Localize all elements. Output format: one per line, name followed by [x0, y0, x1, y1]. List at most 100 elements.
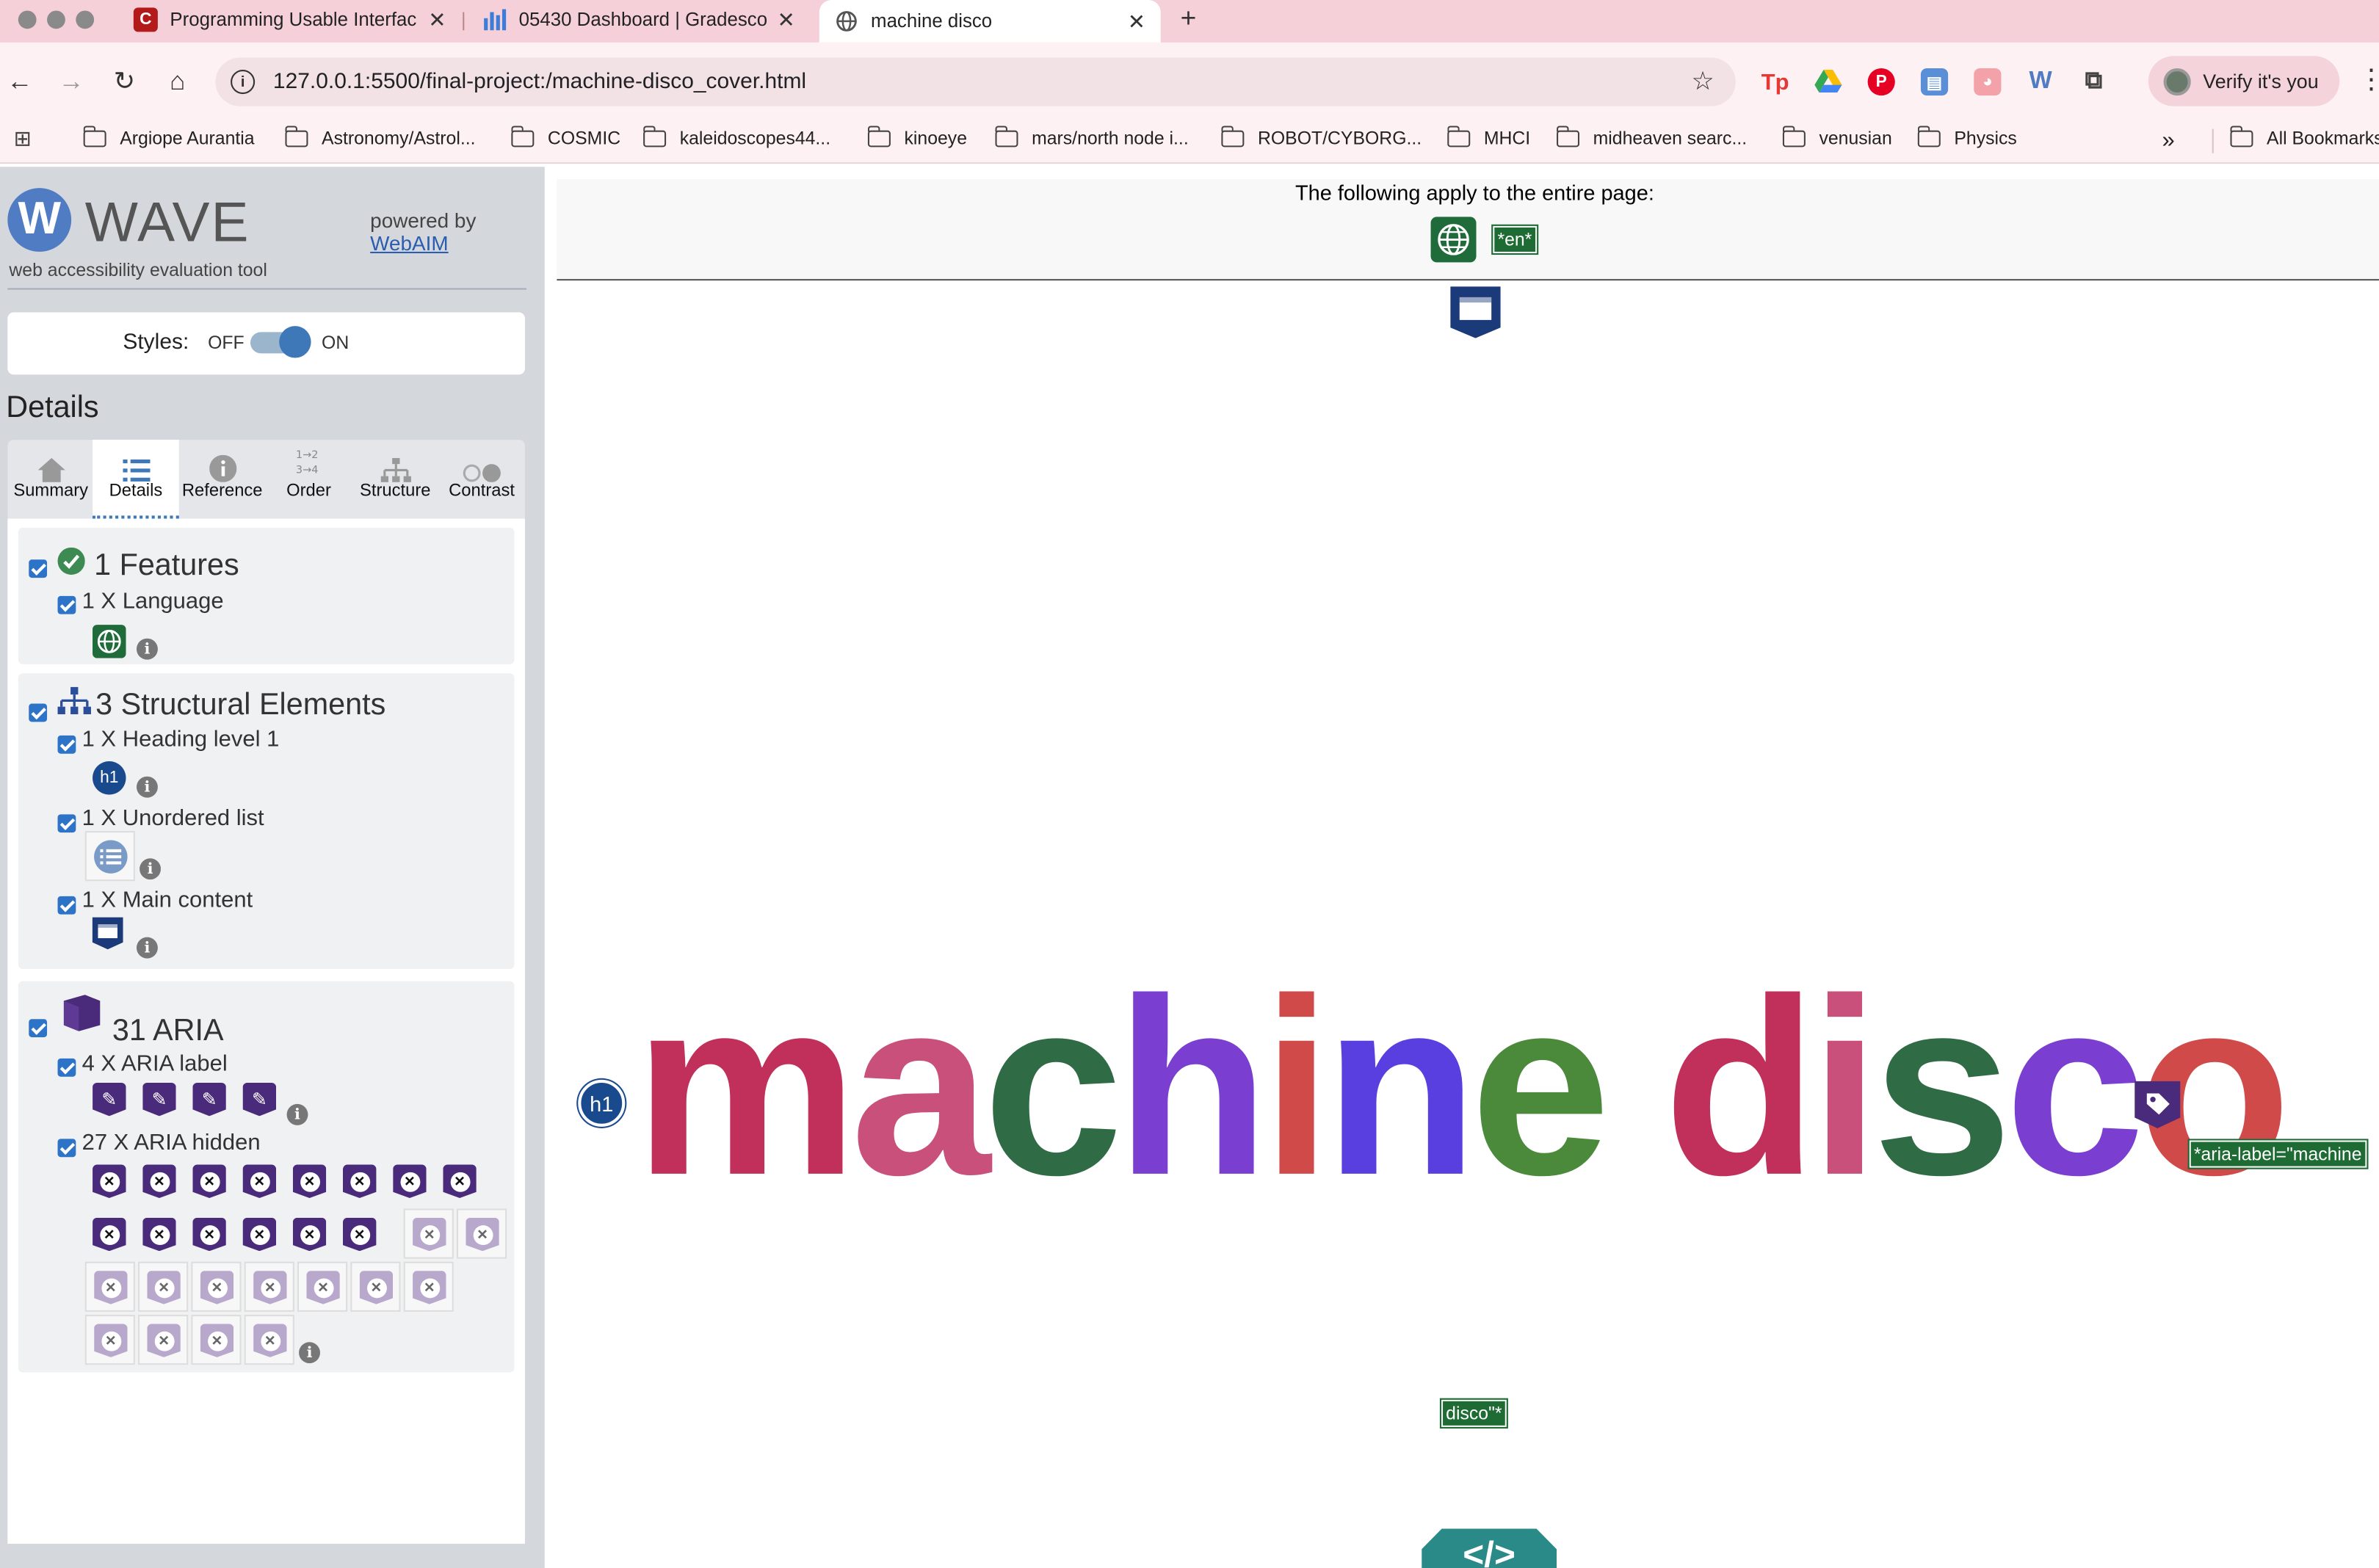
close-tab-icon[interactable]: ✕: [777, 7, 794, 32]
tab-reference[interactable]: Reference: [179, 440, 266, 518]
aria-label-tag-icon[interactable]: ✎: [242, 1082, 277, 1117]
aria-hidden-icon[interactable]: ✕: [292, 1217, 327, 1252]
bookmark-folder[interactable]: COSMIC: [510, 125, 620, 148]
color-palette-icon[interactable]: ◕: [1974, 68, 2002, 96]
verify-profile-button[interactable]: Verify it's you: [2148, 56, 2340, 106]
aria-label-checkbox[interactable]: [57, 1058, 76, 1077]
aria-hidden-icon[interactable]: ✕: [253, 1324, 287, 1357]
aria-hidden-icon[interactable]: ✕: [200, 1271, 234, 1304]
tab-gradescope-dashboard[interactable]: 05430 Dashboard | Gradesco ✕: [482, 0, 795, 40]
heading-checkbox[interactable]: [57, 735, 76, 754]
aria-hidden-icon[interactable]: ✕: [242, 1217, 277, 1252]
h1-icon[interactable]: h1: [93, 761, 126, 795]
wave-extension-icon[interactable]: W: [2027, 68, 2054, 95]
language-globe-icon[interactable]: [1430, 217, 1477, 263]
pinterest-icon[interactable]: P: [1867, 68, 1895, 96]
aria-hidden-icon[interactable]: ✕: [292, 1164, 327, 1198]
reload-icon[interactable]: ↻: [109, 67, 140, 97]
aria-hidden-icon[interactable]: ✕: [200, 1324, 234, 1357]
aria-hidden-icon[interactable]: ✕: [93, 1217, 126, 1252]
aria-hidden-icon[interactable]: ✕: [413, 1271, 446, 1304]
close-window-icon[interactable]: [18, 10, 37, 29]
more-menu-icon[interactable]: ⋮: [2358, 64, 2379, 95]
site-info-icon[interactable]: i: [231, 70, 256, 95]
main-content-icon[interactable]: [91, 916, 124, 950]
bookmark-folder[interactable]: kinoeye: [867, 125, 967, 148]
main-content-checkbox[interactable]: [57, 896, 76, 915]
webaim-link[interactable]: WebAIM: [370, 232, 448, 255]
tab-machine-disco[interactable]: machine disco ✕: [819, 0, 1161, 43]
h1-badge-icon[interactable]: h1: [578, 1079, 626, 1127]
extensions-puzzle-icon[interactable]: ⧉: [2080, 68, 2107, 95]
tp-extension-icon[interactable]: Tp: [1761, 68, 1789, 95]
bookmarks-overflow-icon[interactable]: »: [2162, 128, 2174, 153]
bookmark-folder[interactable]: ROBOT/CYBORG...: [1220, 125, 1422, 148]
aria-hidden-icon[interactable]: ✕: [242, 1164, 277, 1198]
tab-structure[interactable]: Structure: [352, 440, 438, 518]
bookmark-folder[interactable]: kaleidoscopes44...: [642, 125, 830, 148]
aria-hidden-checkbox[interactable]: [57, 1139, 76, 1158]
unordered-list-checkbox[interactable]: [57, 814, 76, 833]
aria-hidden-icon[interactable]: ✕: [147, 1271, 181, 1304]
forward-arrow-icon[interactable]: →: [56, 67, 86, 97]
all-bookmarks-folder[interactable]: All Bookmarks: [2229, 125, 2379, 148]
aria-hidden-icon[interactable]: ✕: [93, 1164, 126, 1198]
aria-hidden-icon[interactable]: ✕: [342, 1164, 377, 1198]
aria-hidden-icon[interactable]: ✕: [142, 1164, 176, 1198]
bookmark-folder[interactable]: venusian: [1782, 125, 1892, 148]
aria-hidden-icon[interactable]: ✕: [94, 1271, 128, 1304]
structural-checkbox[interactable]: [29, 703, 48, 722]
back-arrow-icon[interactable]: ←: [4, 67, 35, 97]
language-checkbox[interactable]: [57, 595, 76, 614]
aria-checkbox[interactable]: [29, 1019, 48, 1038]
aria-label-tag-icon[interactable]: ✎: [93, 1082, 126, 1117]
aria-hidden-icon[interactable]: ✕: [413, 1217, 446, 1252]
tab-order[interactable]: 1→2 3→4 Order: [266, 440, 352, 518]
extension-docs-icon[interactable]: ▤: [1920, 68, 1949, 96]
unordered-list-icon[interactable]: [94, 840, 128, 874]
unordered-list-info-icon[interactable]: i: [140, 858, 162, 880]
aria-label-tag-icon[interactable]: ✎: [192, 1082, 226, 1117]
aria-hidden-icon[interactable]: ✕: [393, 1164, 427, 1198]
bookmark-star-icon[interactable]: ☆: [1691, 67, 1714, 97]
bookmark-folder[interactable]: Astronomy/Astrol...: [284, 125, 476, 148]
bookmark-folder[interactable]: MHCI: [1446, 125, 1530, 148]
language-info-icon[interactable]: i: [136, 638, 158, 660]
aria-hidden-icon[interactable]: ✕: [466, 1217, 499, 1252]
aria-hidden-icon[interactable]: ✕: [142, 1217, 176, 1252]
zoom-window-icon[interactable]: [76, 10, 95, 29]
new-tab-button[interactable]: +: [1181, 3, 1197, 35]
tab-details[interactable]: Details: [93, 440, 179, 519]
close-tab-icon[interactable]: ✕: [428, 7, 446, 32]
bookmark-folder[interactable]: midheaven searc...: [1556, 125, 1747, 148]
aria-hidden-info-icon[interactable]: i: [299, 1342, 320, 1364]
tab-programming-usable-interfaces[interactable]: C Programming Usable Interfac ✕: [133, 0, 446, 40]
url-text[interactable]: 127.0.0.1:5500/final-project:/machine-di…: [273, 70, 806, 94]
code-element-icon[interactable]: </>: [1422, 1528, 1557, 1568]
tab-summary[interactable]: Summary: [7, 440, 94, 518]
aria-hidden-icon[interactable]: ✕: [306, 1271, 340, 1304]
google-drive-icon[interactable]: [1814, 68, 1842, 95]
bookmark-folder[interactable]: Physics: [1916, 125, 2017, 148]
aria-hidden-icon[interactable]: ✕: [359, 1271, 394, 1304]
aria-hidden-icon[interactable]: ✕: [192, 1217, 226, 1252]
aria-label-tag-icon[interactable]: ✎: [142, 1082, 176, 1117]
aria-hidden-icon[interactable]: ✕: [192, 1164, 226, 1198]
aria-hidden-icon[interactable]: ✕: [94, 1324, 128, 1357]
bookmark-folder[interactable]: mars/north node i...: [994, 125, 1189, 148]
aria-label-icon[interactable]: [2133, 1080, 2181, 1128]
aria-hidden-icon[interactable]: ✕: [253, 1271, 287, 1304]
minimize-window-icon[interactable]: [47, 10, 65, 29]
aria-label-info-icon[interactable]: i: [286, 1103, 308, 1125]
address-bar[interactable]: i 127.0.0.1:5500/final-project:/machine-…: [215, 57, 1736, 106]
heading-info-icon[interactable]: i: [136, 776, 158, 798]
aria-hidden-icon[interactable]: ✕: [147, 1324, 181, 1357]
tab-contrast[interactable]: Contrast: [438, 440, 525, 518]
aria-hidden-icon[interactable]: ✕: [342, 1217, 377, 1252]
aria-hidden-icon[interactable]: ✕: [443, 1164, 477, 1198]
styles-toggle-switch[interactable]: [250, 326, 311, 358]
language-globe-icon[interactable]: [93, 625, 126, 658]
bookmark-folder[interactable]: Argiope Aurantia: [82, 125, 255, 148]
features-checkbox[interactable]: [29, 559, 48, 578]
main-content-icon[interactable]: [1449, 285, 1502, 339]
